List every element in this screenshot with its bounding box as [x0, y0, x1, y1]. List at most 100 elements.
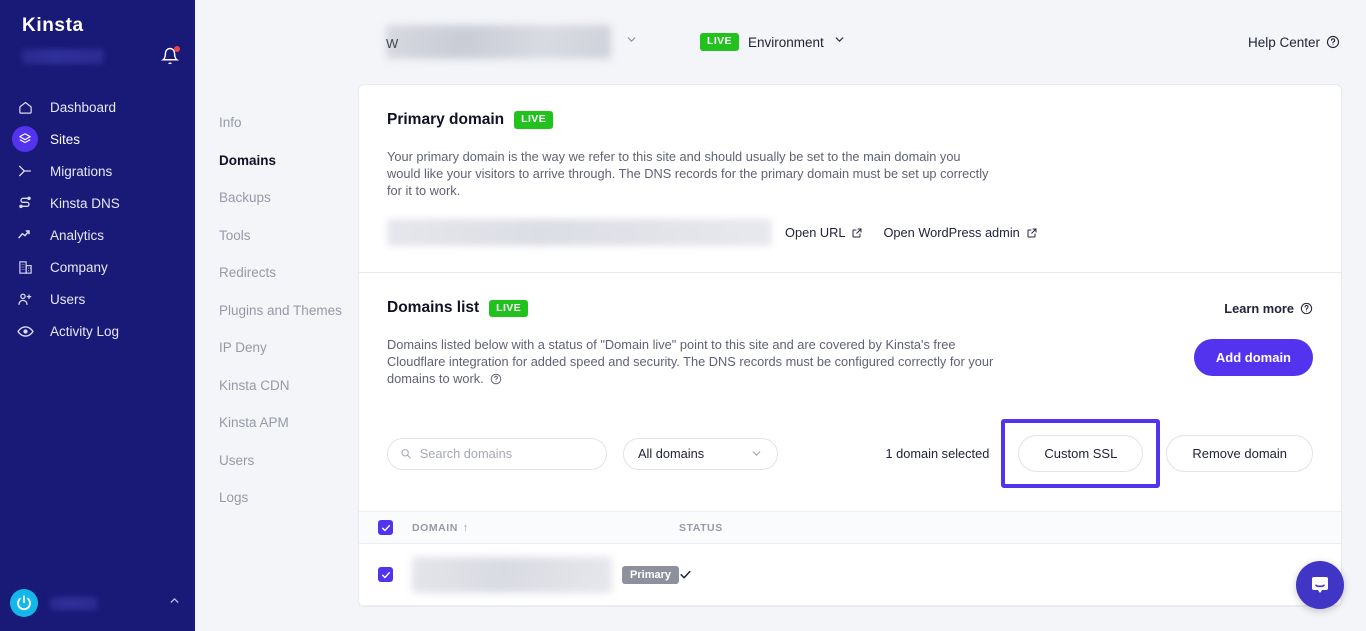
bulk-actions: 1 domain selected Custom SSL Remove doma…: [885, 419, 1313, 489]
sidebar-item-analytics[interactable]: Analytics: [0, 219, 195, 251]
domains-list-description-text: Domains listed below with a status of "D…: [387, 337, 994, 387]
dns-icon: [12, 190, 38, 216]
domain-name-redacted: [412, 556, 613, 593]
site-name-initial: W: [386, 36, 399, 51]
sidebar-item-label: Company: [50, 259, 108, 275]
domains-toolbar: All domains 1 domain selected Custom SSL…: [387, 387, 1313, 511]
question-circle-icon[interactable]: [490, 373, 502, 385]
domains-list-header: Domains list LIVE Domains listed below w…: [387, 299, 1313, 387]
custom-ssl-highlight-annotation: Custom SSL: [1001, 419, 1161, 489]
domain-column-header[interactable]: DOMAIN ↑: [412, 522, 679, 534]
sidebar-item-sites[interactable]: Sites: [0, 123, 195, 155]
chat-widget-button[interactable]: [1296, 561, 1344, 609]
subnav-item-ip-deny[interactable]: IP Deny: [195, 329, 358, 367]
external-link-icon: [1027, 228, 1037, 238]
domains-list-live-badge: LIVE: [489, 299, 529, 317]
subnav-item-plugins-and-themes[interactable]: Plugins and Themes: [195, 292, 358, 330]
remove-domain-button[interactable]: Remove domain: [1166, 435, 1313, 473]
sidebar-item-label: Kinsta DNS: [50, 195, 120, 211]
subnav-item-info[interactable]: Info: [195, 104, 358, 142]
row-select-cell: [359, 567, 412, 583]
home-icon: [12, 94, 38, 120]
domain-column-label: DOMAIN: [412, 521, 458, 534]
subnav-item-kinsta-cdn[interactable]: Kinsta CDN: [195, 367, 358, 405]
learn-more-link[interactable]: Learn more: [1224, 301, 1313, 316]
subnav-item-domains[interactable]: Domains: [195, 142, 358, 180]
layers-icon: [12, 126, 38, 152]
chevron-down-icon: [752, 451, 761, 457]
user-name-redacted: [50, 596, 98, 610]
company-switcher[interactable]: [0, 43, 195, 69]
primary-domain-live-badge: LIVE: [514, 111, 554, 129]
domains-list-description: Domains listed below with a status of "D…: [387, 336, 997, 387]
custom-ssl-button[interactable]: Custom SSL: [1018, 435, 1144, 473]
domains-list-header-left: Domains list LIVE Domains listed below w…: [387, 299, 1194, 387]
help-center-label: Help Center: [1247, 34, 1320, 50]
subnav-item-users[interactable]: Users: [195, 442, 358, 480]
chevron-up-icon[interactable]: [168, 594, 181, 612]
user-plus-icon: [12, 286, 38, 312]
search-icon: [401, 449, 411, 459]
primary-domain-description: Your primary domain is the way we refer …: [387, 149, 989, 199]
primary-domain-header: Primary domain LIVE: [387, 111, 1313, 129]
add-domain-button[interactable]: Add domain: [1193, 339, 1313, 377]
status-column-header: STATUS: [679, 522, 1275, 534]
primary-domain-value-redacted: [387, 219, 772, 247]
eye-icon: [12, 318, 38, 344]
check-icon: [381, 524, 390, 531]
learn-more-label: Learn more: [1224, 301, 1294, 317]
migration-arrow-icon: [12, 158, 38, 184]
subnav-item-tools[interactable]: Tools: [195, 217, 358, 255]
site-subnav: Info Domains Backups Tools Redirects Plu…: [195, 0, 358, 631]
company-name-redacted: [22, 48, 104, 64]
check-icon: [680, 570, 691, 579]
domains-table-header: DOMAIN ↑ STATUS: [359, 511, 1341, 545]
sidebar-item-label: Users: [50, 291, 86, 307]
topbar: W LIVE Environment Help Center: [358, 0, 1366, 84]
brand-logo[interactable]: Kinsta: [0, 0, 195, 35]
environment-switcher[interactable]: LIVE Environment: [700, 33, 846, 51]
sidebar-item-migrations[interactable]: Migrations: [0, 155, 195, 187]
sidebar-item-dashboard[interactable]: Dashboard: [0, 91, 195, 123]
search-input[interactable]: [419, 446, 594, 462]
domain-filter-value: All domains: [638, 446, 705, 462]
sidebar-item-label: Activity Log: [50, 323, 120, 339]
search-domains-box[interactable]: [387, 437, 607, 470]
sidebar-item-users[interactable]: Users: [0, 283, 195, 315]
primary-domain-actions: Open URL Open WordPress admin: [785, 225, 1038, 240]
sidebar-item-label: Migrations: [50, 163, 113, 179]
help-center-button[interactable]: Help Center: [1248, 35, 1340, 50]
open-url-label: Open URL: [785, 225, 846, 241]
subnav-item-backups[interactable]: Backups: [195, 179, 358, 217]
row-checkbox[interactable]: [378, 567, 393, 583]
sidebar-item-activity-log[interactable]: Activity Log: [0, 315, 195, 347]
check-icon: [381, 571, 390, 578]
open-url-link[interactable]: Open URL: [785, 225, 863, 240]
subnav-item-logs[interactable]: Logs: [195, 479, 358, 517]
select-all-checkbox[interactable]: [378, 520, 393, 536]
sidebar-item-kinsta-dns[interactable]: Kinsta DNS: [0, 187, 195, 219]
domains-card: Primary domain LIVE Your primary domain …: [358, 84, 1342, 608]
domains-list-title-row: Domains list LIVE: [387, 299, 1194, 317]
intercom-chat-icon: [1312, 577, 1328, 593]
select-all-cell: [359, 520, 412, 536]
open-wordpress-admin-link[interactable]: Open WordPress admin: [883, 225, 1037, 240]
primary-badge: Primary: [622, 565, 679, 584]
site-switcher[interactable]: W: [386, 25, 638, 59]
notifications-button[interactable]: [160, 46, 180, 65]
subnav-item-redirects[interactable]: Redirects: [195, 254, 358, 292]
user-account-menu[interactable]: [0, 575, 195, 631]
row-domain-cell: Primary: [412, 556, 679, 593]
content-area: Primary domain LIVE Your primary domain …: [358, 84, 1366, 631]
sort-arrow-icon: ↑: [462, 521, 469, 534]
domain-filter-select[interactable]: All domains: [623, 437, 778, 470]
sidebar-item-company[interactable]: Company: [0, 251, 195, 283]
brand-name: Kinsta: [22, 15, 84, 36]
subnav-item-kinsta-apm[interactable]: Kinsta APM: [195, 404, 358, 442]
notification-dot: [174, 46, 180, 52]
avatar: [10, 589, 38, 617]
analytics-icon: [12, 222, 38, 248]
environment-live-badge: LIVE: [700, 33, 739, 51]
question-circle-icon: [1300, 302, 1313, 315]
